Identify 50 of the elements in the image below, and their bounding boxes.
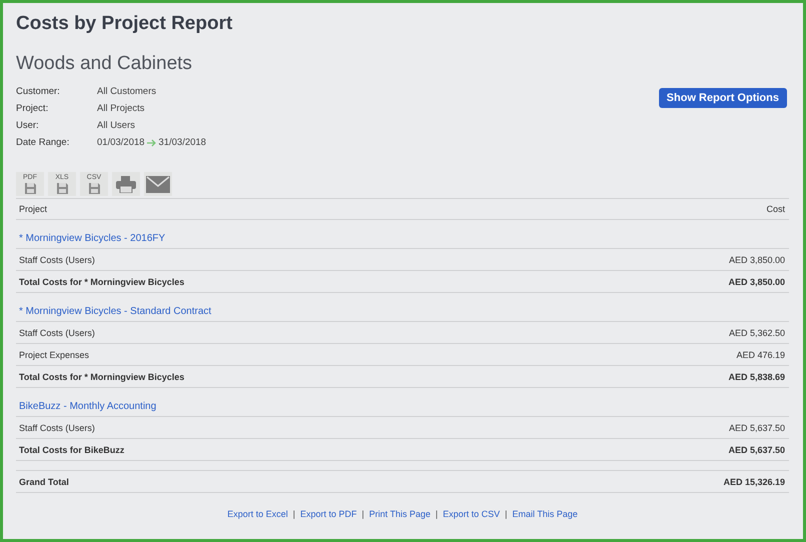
filter-value: 01/03/2018 [97,136,145,150]
floppy-icon [56,182,68,194]
envelope-icon [146,176,170,192]
floppy-icon [24,182,36,194]
table-cell: Staff Costs (Users) [19,422,95,432]
table-cell: Staff Costs (Users) [19,254,95,264]
table-cell: AED 3,850.00 [728,276,785,286]
filter-value: 31/03/2018 [158,136,206,150]
print-button[interactable] [112,172,140,196]
table-cell: AED 5,637.50 [728,422,785,432]
floppy-icon [88,182,100,194]
table-cell: Staff Costs (Users) [19,328,95,338]
table-cell: AED 15,326.19 [723,476,785,486]
filter-label: User: [16,119,40,133]
company-name: Woods and Cabinets [16,53,194,76]
project-link[interactable]: * Morningview Bicycles - 2016FY [19,233,166,244]
filter-value: All Customers [97,85,156,99]
column-header: Project [19,204,48,214]
table-cell: AED 5,637.50 [728,444,785,454]
separator: | [436,509,438,519]
report-options-button[interactable]: Show Report Options [658,88,787,108]
table-cell: AED 3,850.00 [728,254,785,264]
footer-link[interactable]: Email This Page [512,509,578,519]
footer-link[interactable]: Print This Page [369,509,431,519]
filter-label: Project: [16,102,50,116]
filter-value: All Users [97,119,136,133]
table-cell: AED 5,362.50 [728,328,785,338]
report-title: Costs by Project Report [16,13,234,36]
email-button[interactable] [144,172,172,196]
footer-link[interactable]: Export to PDF [300,509,357,519]
column-header: Cost [766,204,785,214]
footer-link[interactable]: Export to CSV [442,509,500,519]
project-link[interactable]: BikeBuzz - Monthly Accounting [19,401,156,412]
filter-label: Customer: [16,85,61,99]
printer-icon [116,176,136,192]
table-cell: AED 476.19 [736,350,785,360]
separator: | [292,509,296,519]
table-cell: Grand Total [19,476,69,486]
table-cell: Total Costs for * Morningview Bicycles [19,276,184,286]
table-cell: Project Expenses [19,350,90,360]
footer-link[interactable]: Export to Excel [227,509,288,519]
table-cell: AED 5,838.69 [728,372,785,382]
project-link[interactable]: * Morningview Bicycles - Standard Contract [19,306,212,317]
filter-label: Date Range: [16,136,70,150]
filter-value: All Projects [97,102,145,116]
table-cell: Total Costs for * Morningview Bicycles [19,372,184,382]
separator: | [362,509,364,519]
separator: | [504,509,508,519]
arrow-icon [146,139,157,147]
table-cell: Total Costs for BikeBuzz [19,444,124,454]
